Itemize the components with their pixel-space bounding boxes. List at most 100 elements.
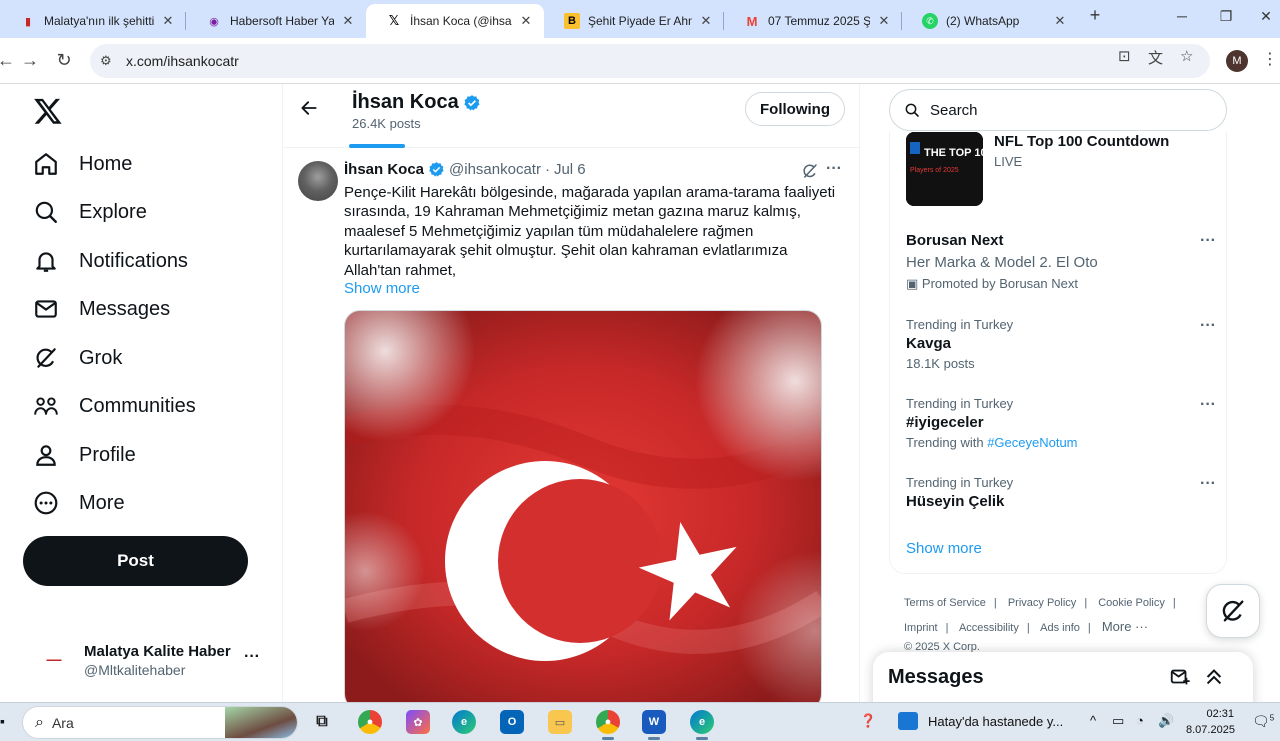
nav-explore[interactable]: Explore (33, 192, 147, 232)
nav-messages[interactable]: Messages (33, 289, 170, 329)
browser-tab-2[interactable]: ◉ Habersoft Haber Yazılı ✕ (186, 4, 366, 38)
expand-chevrons-icon[interactable] (1203, 666, 1225, 688)
site-info-icon[interactable]: ⚙ (100, 53, 120, 69)
show-more-trends-link[interactable]: Show more (906, 540, 982, 557)
tweet-date[interactable]: Jul 6 (554, 161, 586, 178)
bookmark-star-icon[interactable]: ☆ (1180, 47, 1193, 65)
copilot-icon[interactable]: ✿ (406, 710, 430, 734)
close-tab-icon[interactable]: ✕ (340, 13, 356, 29)
privacy-link[interactable]: Privacy Policy (1008, 597, 1076, 609)
battery-icon[interactable]: ▭ (1112, 713, 1124, 729)
more-dots-icon[interactable]: ··· (244, 648, 260, 666)
word-icon[interactable]: W (642, 710, 666, 740)
close-tab-icon[interactable]: ✕ (698, 13, 714, 29)
accessibility-link[interactable]: Accessibility (959, 622, 1019, 634)
grok-floating-button[interactable] (1206, 584, 1260, 638)
trend-item[interactable]: Trending in Turkey Kavga 18.1K posts ··· (906, 317, 1216, 371)
turkish-flag-image[interactable] (344, 310, 822, 702)
cookie-link[interactable]: Cookie Policy (1098, 597, 1165, 609)
nav-label: Profile (79, 443, 136, 466)
active-tab-indicator (349, 144, 405, 148)
x-logo-icon[interactable] (33, 96, 63, 126)
more-dots-icon[interactable]: ··· (1200, 475, 1216, 493)
outlook-icon[interactable]: O (500, 710, 524, 734)
browser-tab-5[interactable]: M 07 Temmuz 2025 Şehit ✕ (724, 4, 902, 38)
tweet-author-avatar[interactable] (298, 161, 338, 201)
nav-grok[interactable]: Grok (33, 338, 122, 378)
trend-post-count: 18.1K posts (906, 356, 975, 371)
tray-overflow-icon[interactable]: ^ (1090, 713, 1096, 728)
more-circle-icon (34, 491, 58, 515)
search-box[interactable]: Search (889, 89, 1227, 131)
url-text[interactable]: x.com/ihsankocatr (126, 53, 239, 69)
related-hashtag-link[interactable]: #GeceyeNotum (987, 435, 1077, 450)
account-switcher[interactable]: ▬▬▬ Malatya Kalite Haber @Mltkalitehaber… (34, 638, 274, 682)
grok-explain-icon[interactable] (801, 162, 819, 180)
chrome-icon[interactable]: ● (358, 710, 382, 734)
help-icon[interactable]: ❓ (860, 713, 876, 729)
system-clock[interactable]: 02:31 8.07.2025 (1186, 706, 1235, 738)
edge-icon[interactable]: e (452, 710, 476, 734)
following-button[interactable]: Following (745, 92, 845, 126)
notification-center-icon[interactable]: 🗨5 (1252, 713, 1274, 730)
close-tab-icon[interactable]: ✕ (518, 13, 534, 29)
restore-icon[interactable]: ❐ (1212, 8, 1240, 25)
chrome-profile-icon[interactable]: ● (596, 710, 620, 740)
trend-item[interactable]: Trending in Turkey #iyigeceler Trending … (906, 396, 1216, 450)
minimize-icon[interactable]: ─ (1168, 8, 1196, 24)
show-more-link[interactable]: Show more (344, 280, 420, 297)
task-view-icon[interactable]: ⧉ (310, 710, 334, 734)
nav-notifications[interactable]: Notifications (33, 241, 188, 281)
tweet-author-name[interactable]: İhsan Koca (344, 161, 424, 178)
tweet-more-icon[interactable]: ··· (826, 160, 842, 178)
more-dots-icon[interactable]: ··· (1200, 396, 1216, 414)
close-tab-icon[interactable]: ✕ (1052, 13, 1068, 29)
volume-icon[interactable]: 🔊 (1158, 713, 1174, 729)
nav-more[interactable]: More (33, 483, 125, 523)
install-app-icon[interactable]: ⊡ (1118, 47, 1131, 65)
start-icon[interactable]: ▪ (0, 713, 5, 729)
reload-icon[interactable]: ↻ (52, 50, 76, 71)
back-arrow-icon[interactable] (299, 98, 319, 118)
terms-link[interactable]: Terms of Service (904, 597, 986, 609)
footer-more-link[interactable]: More ··· (1102, 619, 1148, 634)
close-window-icon[interactable]: ✕ (1252, 8, 1280, 25)
browser-tab-6[interactable]: ✆ (2) WhatsApp ✕ (902, 4, 1078, 38)
forward-icon[interactable]: → (18, 50, 42, 71)
close-tab-icon[interactable]: ✕ (876, 13, 892, 29)
taskbar-search[interactable]: ⌕ Ara (22, 706, 298, 739)
translate-icon[interactable]: 文 (1148, 47, 1163, 68)
more-dots-icon[interactable]: ··· (1200, 317, 1216, 335)
browser-toolbar: ← → ↻ ⚙ x.com/ihsankocatr ⊡ 文 ☆ M ⋮ (0, 38, 1280, 84)
new-tab-icon[interactable]: + (1081, 5, 1109, 26)
browser-tab-4[interactable]: B Şehit Piyade Er Ahmet ✕ (544, 4, 724, 38)
nfl-event-thumbnail[interactable]: THE TOP 100 Players of 2025 (906, 132, 983, 206)
nav-communities[interactable]: Communities (33, 386, 196, 426)
trend-item-promoted[interactable]: Borusan Next Her Marka & Model 2. El Oto… (906, 232, 1216, 292)
more-dots-icon[interactable]: ··· (1200, 232, 1216, 250)
nav-profile[interactable]: Profile (33, 435, 136, 475)
browser-profile-avatar[interactable]: M (1226, 50, 1248, 72)
news-widget[interactable]: Hatay'da hastanede y... (898, 712, 1063, 730)
new-message-icon[interactable] (1169, 666, 1191, 688)
nav-home[interactable]: Home (33, 144, 132, 184)
messages-drawer[interactable]: Messages (873, 652, 1253, 702)
close-tab-icon[interactable]: ✕ (160, 13, 176, 29)
ads-info-link[interactable]: Ads info (1040, 622, 1080, 634)
browser-menu-icon[interactable]: ⋮ (1262, 49, 1278, 69)
browser-tab-3-active[interactable]: 𝕏 İhsan Koca (@ihsankoca ✕ (366, 4, 544, 38)
taskbar-search-label: Ara (51, 714, 74, 731)
back-icon[interactable]: ← (0, 50, 18, 71)
trend-title: Hüseyin Çelik (906, 493, 1005, 510)
post-button[interactable]: Post (23, 536, 248, 586)
file-explorer-icon[interactable]: ▭ (548, 710, 572, 734)
featured-event-title[interactable]: NFL Top 100 Countdown (994, 133, 1169, 150)
trend-category: Trending in Turkey (906, 396, 1014, 411)
imprint-link[interactable]: Imprint (904, 622, 938, 634)
edge-active-icon[interactable]: e (690, 710, 714, 740)
browser-tab-1[interactable]: ▮ Malatya'nın ilk şehitti ✕ (0, 4, 186, 38)
tweet-author-handle[interactable]: @ihsankocatr (449, 161, 541, 178)
trend-item[interactable]: Trending in Turkey Hüseyin Çelik ··· (906, 475, 1216, 510)
address-bar[interactable]: ⚙ x.com/ihsankocatr (90, 44, 1210, 78)
wifi-icon[interactable]: ◔ (1136, 713, 1144, 728)
